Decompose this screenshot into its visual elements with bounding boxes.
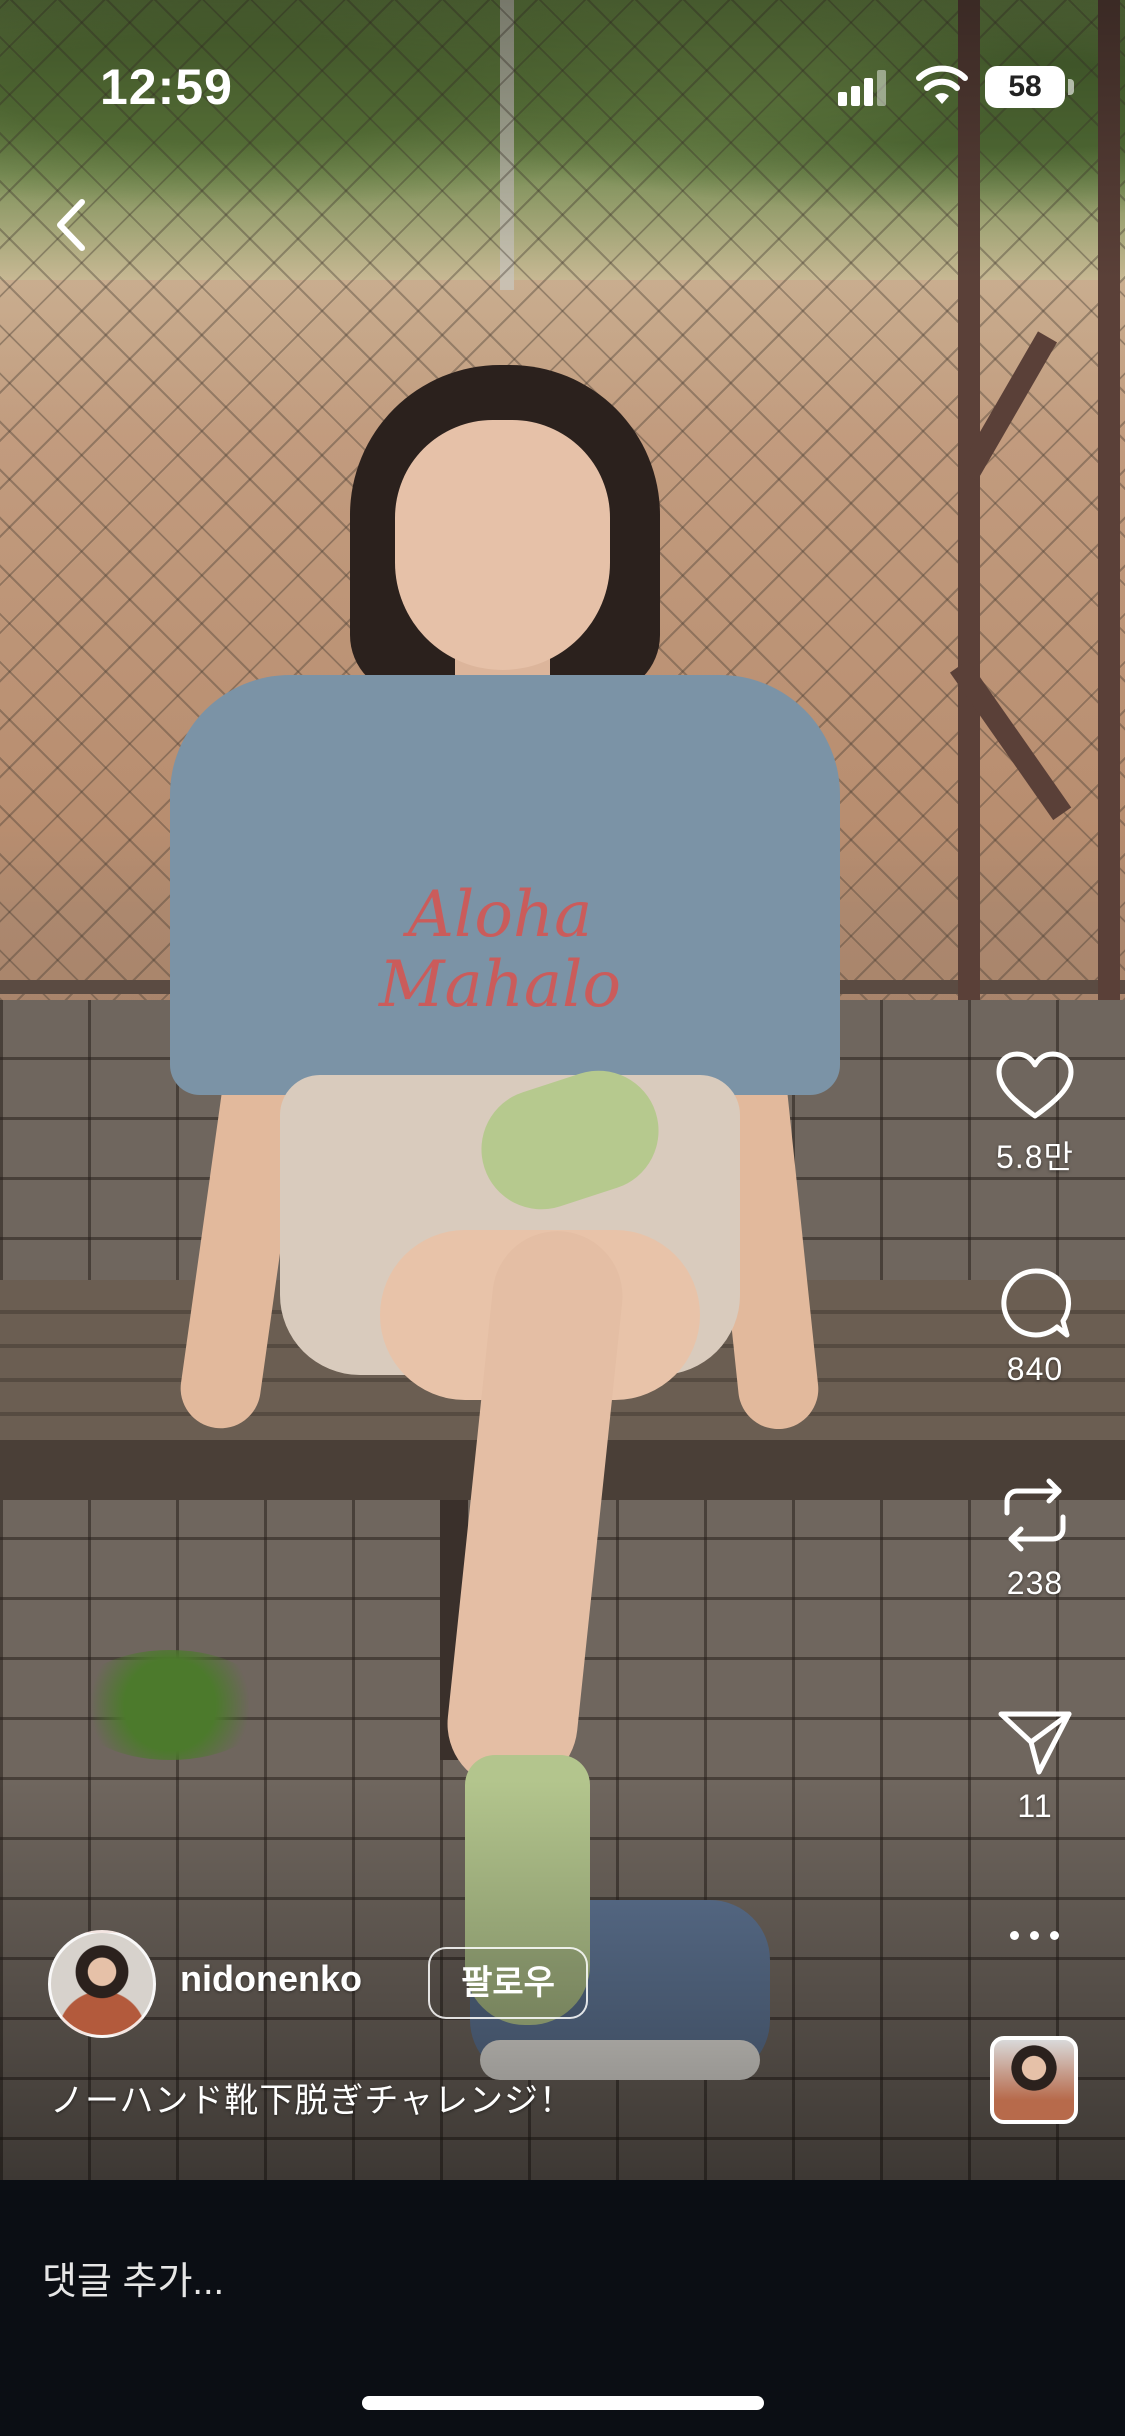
shirt-print: Aloha Mahalo <box>378 878 622 1022</box>
wifi-icon <box>916 65 968 104</box>
top-shade <box>0 0 1125 280</box>
like-action[interactable]: 5.8만 <box>985 1050 1085 1178</box>
signal-icon <box>838 70 888 106</box>
heart-icon[interactable] <box>995 1050 1075 1122</box>
battery-icon: 58 <box>985 66 1074 108</box>
weed-plant <box>70 1650 270 1760</box>
send-icon[interactable] <box>997 1708 1073 1778</box>
share-action[interactable]: 11 <box>985 1708 1085 1825</box>
comment-action[interactable]: 840 <box>985 1265 1085 1388</box>
share-count: 11 <box>1017 1788 1053 1824</box>
comment-input[interactable]: 댓글 추가... <box>42 2250 224 2305</box>
author-username[interactable]: nidonenko <box>180 1958 362 2000</box>
home-indicator[interactable] <box>362 2396 764 2410</box>
status-time: 12:59 <box>100 59 233 115</box>
author-avatar[interactable] <box>48 1930 156 2038</box>
audio-thumbnail[interactable] <box>990 2036 1078 2124</box>
repost-icon[interactable] <box>997 1475 1073 1555</box>
reel-video[interactable]: Aloha Mahalo <box>0 0 1125 2180</box>
person-face <box>395 420 610 670</box>
post-caption[interactable]: ノーハンド靴下脱ぎチャレンジ！ <box>50 2073 574 2122</box>
comment-icon[interactable] <box>997 1265 1073 1341</box>
repost-count: 238 <box>1006 1565 1064 1601</box>
comment-count: 840 <box>1006 1351 1064 1387</box>
like-count: 5.8만 <box>996 1139 1074 1175</box>
follow-button[interactable]: 팔로우 <box>428 1947 588 2019</box>
back-icon[interactable] <box>46 190 96 260</box>
more-icon[interactable] <box>1008 1925 1062 1945</box>
repost-action[interactable]: 238 <box>985 1475 1085 1602</box>
